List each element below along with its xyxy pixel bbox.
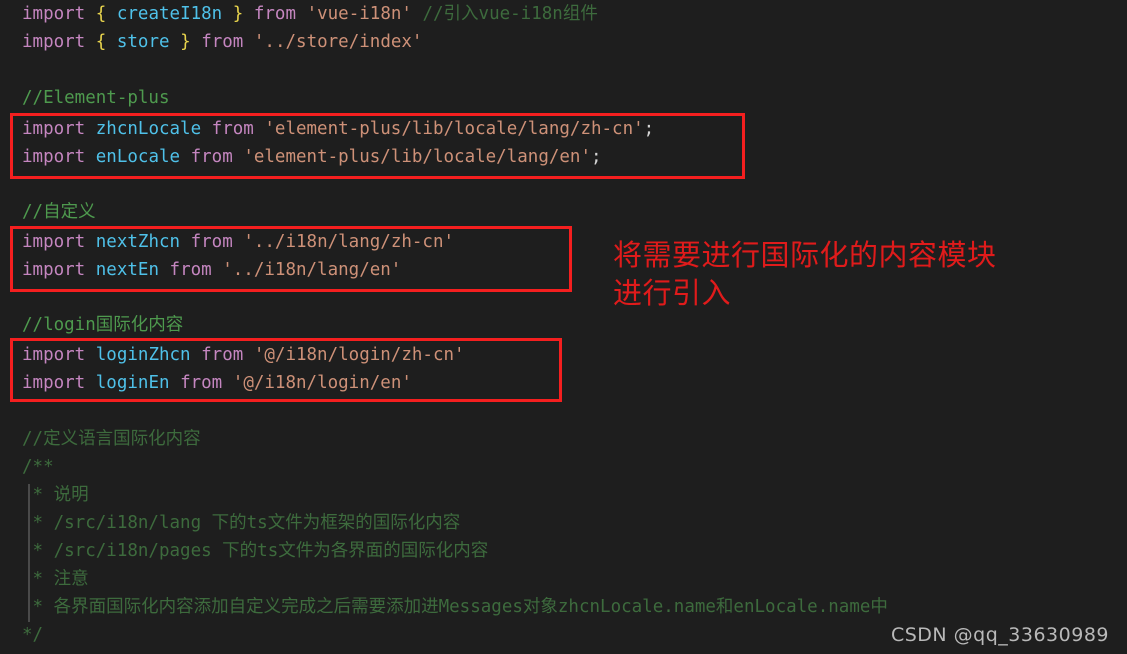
code-line: * /src/i18n/pages 下的ts文件为各界面的国际化内容 bbox=[22, 537, 489, 565]
code-line: * 说明 bbox=[22, 481, 89, 509]
code-token-ident: store bbox=[116, 32, 170, 52]
code-token-cmt-dim: * 各界面国际化内容添加自定义完成之后需要添加进Messages对象zhcnLo… bbox=[22, 597, 888, 617]
code-token-punc bbox=[191, 32, 202, 52]
highlight-box-login-i18n-imports bbox=[10, 338, 562, 402]
code-line: //Element-plus bbox=[22, 84, 170, 112]
code-token-cmt-dim: */ bbox=[22, 625, 44, 645]
code-token-str: '../store/index' bbox=[253, 32, 423, 52]
code-line: */ bbox=[22, 621, 43, 649]
code-line: * 注意 bbox=[22, 565, 89, 593]
code-token-brace: } bbox=[232, 4, 244, 24]
code-token-punc bbox=[85, 4, 96, 24]
code-token-cmt-dim: //定义语言国际化内容 bbox=[22, 429, 201, 449]
code-token-cmt: //自定义 bbox=[22, 202, 96, 222]
code-line: * 各界面国际化内容添加自定义完成之后需要添加进Messages对象zhcnLo… bbox=[22, 593, 888, 621]
code-token-cmt-dim: * 说明 bbox=[22, 485, 89, 505]
code-token-str: 'vue-i18n' bbox=[306, 4, 412, 24]
code-token-cmt-dim: /** bbox=[22, 457, 54, 477]
code-token-cmt-dim: * /src/i18n/lang 下的ts文件为框架的国际化内容 bbox=[22, 513, 461, 533]
code-token-ident: createI18n bbox=[116, 4, 223, 24]
code-token-punc bbox=[296, 4, 307, 24]
code-token-punc bbox=[106, 32, 117, 52]
block-comment-indent-guide bbox=[28, 484, 30, 622]
code-line: //login国际化内容 bbox=[22, 311, 183, 339]
code-token-cmt: //login国际化内容 bbox=[22, 315, 184, 335]
code-line: import { store } from '../store/index' bbox=[22, 28, 422, 56]
code-token-punc bbox=[243, 4, 254, 24]
code-token-brace: { bbox=[95, 32, 107, 52]
code-token-punc bbox=[170, 32, 181, 52]
code-token-kw: import bbox=[22, 32, 86, 52]
code-line: //自定义 bbox=[22, 198, 96, 226]
code-token-punc bbox=[106, 4, 117, 24]
code-token-cmt-dim: * /src/i18n/pages 下的ts文件为各界面的国际化内容 bbox=[22, 541, 489, 561]
code-line: /** bbox=[22, 453, 54, 481]
code-line: * /src/i18n/lang 下的ts文件为框架的国际化内容 bbox=[22, 509, 461, 537]
annotation-text: 将需要进行国际化的内容模块 进行引入 bbox=[613, 238, 997, 310]
code-token-cmt: //Element-plus bbox=[22, 88, 170, 108]
code-token-cmt-dim: * 注意 bbox=[22, 569, 89, 589]
highlight-box-custom-lang-imports bbox=[10, 226, 572, 292]
code-editor-surface: import { createI18n } from 'vue-i18n' //… bbox=[0, 0, 1127, 654]
code-token-punc bbox=[85, 32, 96, 52]
code-token-cmt-dim: //引入vue-i18n组件 bbox=[422, 4, 598, 24]
highlight-box-element-plus-imports bbox=[10, 113, 745, 179]
code-token-punc bbox=[243, 32, 254, 52]
code-token-punc bbox=[222, 4, 233, 24]
code-token-brace: { bbox=[95, 4, 107, 24]
code-token-punc bbox=[412, 4, 423, 24]
code-line: import { createI18n } from 'vue-i18n' //… bbox=[22, 0, 598, 28]
code-token-brace: } bbox=[180, 32, 191, 52]
code-token-kw: from bbox=[253, 4, 297, 24]
code-token-kw: from bbox=[201, 32, 244, 52]
code-line: //定义语言国际化内容 bbox=[22, 425, 201, 453]
code-token-kw: import bbox=[22, 4, 86, 24]
csdn-watermark: CSDN @qq_33630989 bbox=[890, 624, 1109, 646]
